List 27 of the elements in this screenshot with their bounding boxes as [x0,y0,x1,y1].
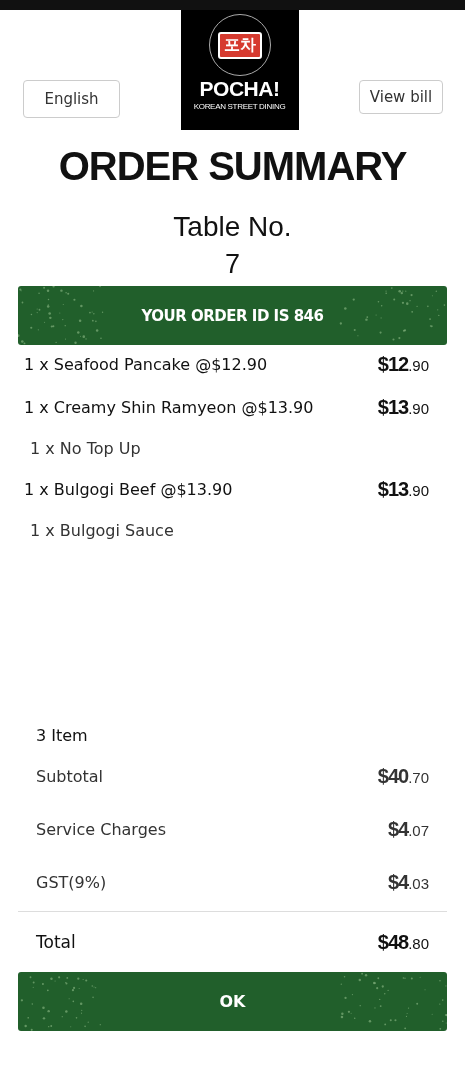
item-count: 3 Item [36,725,88,745]
summary-amount: $4.03 [387,871,429,894]
logo-tagline: KOREAN STREET DINING [193,102,286,111]
total-label: Total [36,932,76,952]
item-name: 1 x Bulgogi Beef @$13.90 [24,480,233,499]
item-price: $13.90 [377,478,429,501]
table-label: Table No. [172,211,293,243]
summary-label: Service Charges [36,820,166,839]
table-number: 7 [224,249,241,280]
logo-korean-text: 포차 [217,31,262,59]
item-name: 1 x Creamy Shin Ramyeon @$13.90 [24,398,314,417]
order-id-banner: YOUR ORDER ID IS 846 [18,286,447,345]
view-bill-button[interactable]: View bill [359,80,443,114]
summary-label: GST(9%) [36,873,107,892]
ok-button[interactable]: OK [18,972,447,1031]
item-name: 1 x Seafood Pancake @$12.90 [24,355,268,374]
total-amount: $48.80 [377,930,429,954]
item-addon: 1 x Bulgogi Sauce [30,521,175,540]
summary-label: Subtotal [36,767,104,786]
logo-name: POCHA! [199,77,280,101]
language-button[interactable]: English [23,80,120,118]
summary-amount: $4.07 [387,818,429,841]
item-addon: 1 x No Top Up [30,439,142,458]
summary-amount: $40.70 [377,765,429,788]
item-price: $13.90 [377,396,429,419]
item-price: $12.90 [377,353,429,376]
page-title: ORDER SUMMARY [57,144,408,189]
